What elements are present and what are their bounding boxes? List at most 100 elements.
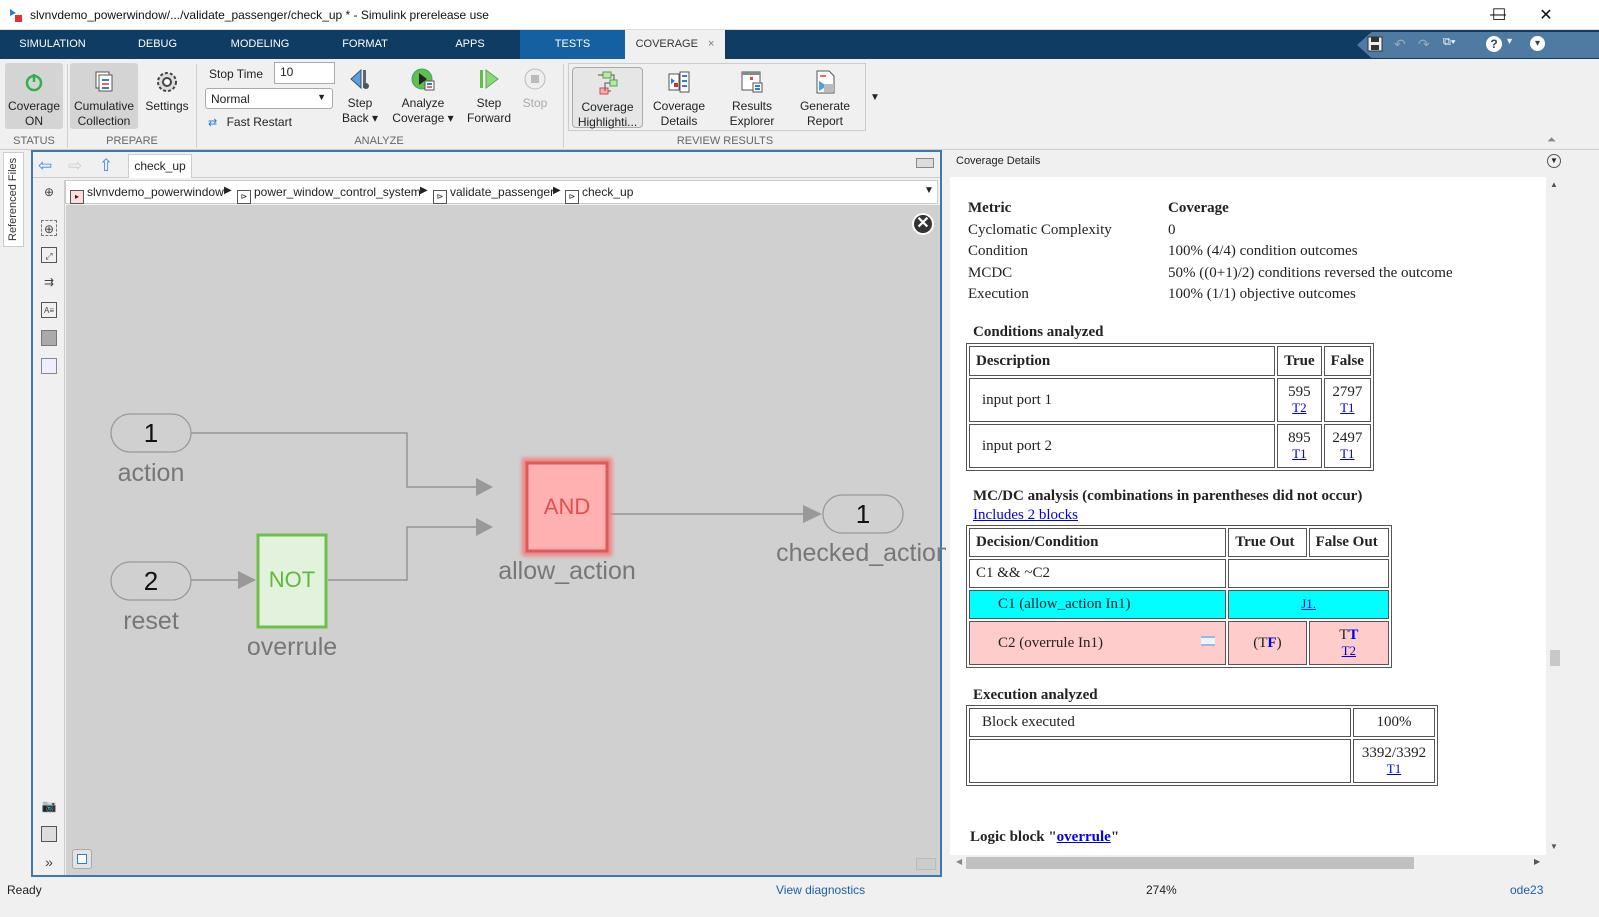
inport-action-label[interactable]: action [91, 459, 211, 488]
stop-time-input[interactable]: 10 [274, 62, 335, 84]
stop-button[interactable]: Stop [518, 66, 552, 132]
fast-restart-icon: ⇄ [208, 117, 218, 129]
ribbon-more-icon[interactable]: ▼ [870, 92, 880, 103]
includes-blocks-link[interactable]: Includes 2 blocks [973, 507, 1078, 524]
tab-label: TESTS [554, 38, 591, 50]
test-link[interactable]: T2 [1292, 400, 1306, 415]
save-icon[interactable] [1367, 36, 1383, 52]
coverage-panel-title: Coverage Details [956, 155, 1041, 167]
close-tab-icon[interactable]: × [708, 38, 714, 50]
signal-line-not-out[interactable] [328, 526, 476, 581]
cumulative-icon [95, 71, 113, 92]
image-icon[interactable] [41, 330, 57, 346]
referenced-files-tab[interactable]: Referenced Files [3, 152, 24, 247]
breadcrumb-dropdown-icon[interactable]: ▼ [924, 185, 934, 196]
test-link[interactable]: T1 [1292, 446, 1306, 461]
not-block-label[interactable]: overrule [222, 633, 362, 662]
maximize-button[interactable]: ☐ [1476, 0, 1522, 30]
panel-options-icon[interactable]: ▼ [1547, 154, 1561, 168]
test-link[interactable]: T2 [1342, 643, 1356, 658]
cumulative-collection-button[interactable]: Cumulative Collection [70, 63, 138, 129]
editor-tab-check-up[interactable]: check_up [128, 154, 192, 178]
simulation-mode-dropdown[interactable]: Normal ▼ [205, 88, 333, 109]
expand-palette-icon[interactable]: » [41, 854, 57, 870]
breadcrumb-item-model[interactable]: ▸ slvnvdemo_powerwindow [70, 185, 224, 204]
table-row: input port 1 595 T2 2797 T1 [969, 378, 1371, 422]
help-dropdown-icon[interactable]: ▾ [1507, 36, 1512, 47]
logic-block-link[interactable]: overrule [1057, 829, 1111, 845]
step-forward-button[interactable]: Step Forward [464, 66, 514, 132]
gear-icon [157, 72, 177, 92]
horizontal-scrollbar[interactable]: ◀ ▶ [950, 855, 1546, 871]
undo-icon[interactable]: ↶ [1394, 36, 1406, 53]
subsystem-icon: ⊳ [237, 190, 251, 204]
fast-restart-button[interactable]: ⇄ Fast Restart [208, 115, 292, 129]
vertical-scrollbar[interactable]: ▲ ▼ [1548, 177, 1562, 855]
scroll-up-icon[interactable]: ▲ [1550, 180, 1558, 189]
coverage-details-button[interactable]: Coverage Details [648, 67, 710, 128]
generate-report-button[interactable]: Generate Report [794, 67, 856, 128]
expand-ribbon-icon[interactable]: ▾ [1530, 36, 1545, 51]
justification-link[interactable]: J1. [1301, 596, 1316, 611]
tab-simulation[interactable]: SIMULATION [0, 30, 105, 59]
step-back-button[interactable]: Step Back ▾ [338, 66, 382, 132]
outport-label[interactable]: checked_action [753, 539, 973, 568]
property-inspector-icon[interactable] [41, 826, 57, 842]
hide-explorer-icon[interactable]: ⊕ [41, 184, 57, 200]
metric-name: Cyclomatic Complexity [968, 222, 1112, 238]
tab-format[interactable]: FORMAT [310, 30, 420, 59]
back-arrow-icon[interactable]: ⇦ [38, 156, 52, 176]
breadcrumb-item-system[interactable]: ⊳ power_window_control_system [237, 185, 421, 204]
help-icon[interactable]: ? [1486, 36, 1502, 52]
justify-icon[interactable] [1201, 636, 1216, 646]
test-link[interactable]: T1 [1387, 761, 1401, 776]
collapse-ribbon-icon[interactable]: ⏶ [1547, 134, 1556, 147]
close-window-button[interactable]: ✕ [1523, 0, 1569, 30]
and-block-label[interactable]: allow_action [467, 557, 667, 586]
logic-block-suffix: " [1110, 829, 1120, 845]
inport-reset-label[interactable]: reset [91, 607, 211, 636]
tab-tests[interactable]: TESTS [520, 30, 625, 59]
scroll-right-icon[interactable]: ▶ [1534, 857, 1540, 866]
camera-icon[interactable]: 📷 [41, 798, 57, 814]
test-link[interactable]: T1 [1340, 400, 1354, 415]
condition-c2: C2 (overrule In1) [969, 621, 1227, 665]
conditions-heading: Conditions analyzed [973, 324, 1104, 340]
close-highlighting-icon[interactable]: ✕ [912, 213, 934, 235]
diagram-canvas[interactable]: 1 action 2 reset NOT overrule AND allow_… [66, 205, 950, 875]
view-diagnostics-link[interactable]: View diagnostics [776, 883, 865, 897]
tab-debug[interactable]: DEBUG [105, 30, 210, 59]
breadcrumb-separator-icon: ▶ [553, 185, 561, 196]
table-row: Block executed 100% [969, 708, 1435, 737]
zoom-icon[interactable]: ⊕ [41, 220, 57, 236]
redo-icon[interactable]: ↷ [1418, 36, 1430, 53]
model-data-editor-icon[interactable] [72, 849, 92, 869]
breadcrumb-item-check-up[interactable]: ⊳ check_up [565, 185, 633, 204]
tab-modeling[interactable]: MODELING [210, 30, 310, 59]
settings-button[interactable]: Settings [141, 63, 193, 129]
annotation-icon[interactable]: A≡ [41, 302, 57, 318]
more-commands-icon[interactable]: ⧉▾ [1443, 36, 1455, 49]
coverage-on-button[interactable]: Coverage ON [5, 63, 63, 129]
results-explorer-button[interactable]: Results Explorer [720, 67, 784, 128]
solver-link[interactable]: ode23 [1510, 883, 1543, 897]
keyboard-icon[interactable] [916, 158, 934, 168]
up-arrow-icon[interactable]: ⇧ [99, 156, 113, 176]
scroll-down-icon[interactable]: ▼ [1550, 842, 1558, 851]
scrollbar-thumb[interactable] [966, 857, 1414, 869]
forward-arrow-icon[interactable]: ⇨ [68, 156, 82, 176]
analyze-coverage-button[interactable]: Analyze Coverage ▾ [388, 66, 458, 132]
fit-to-view-icon[interactable]: ⤢ [41, 247, 57, 263]
tab-coverage[interactable]: COVERAGE × [625, 30, 725, 59]
coverage-highlighting-button[interactable]: Coverage Highlighti... [572, 67, 643, 129]
conditions-table: Description True False input port 1 595 T… [966, 343, 1374, 471]
signal-arrows-icon[interactable]: ⇉ [41, 274, 57, 290]
tab-apps[interactable]: APPS [420, 30, 520, 59]
breadcrumb-item-validate[interactable]: ⊳ validate_passenger [433, 185, 554, 204]
table-row: C1 (allow_action In1) J1. [969, 590, 1389, 619]
scrollbar-thumb[interactable] [1550, 650, 1560, 666]
test-link[interactable]: T1 [1340, 446, 1354, 461]
scroll-left-icon[interactable]: ◀ [956, 857, 962, 866]
resize-grip-icon[interactable] [916, 858, 936, 870]
area-icon[interactable] [41, 358, 57, 374]
